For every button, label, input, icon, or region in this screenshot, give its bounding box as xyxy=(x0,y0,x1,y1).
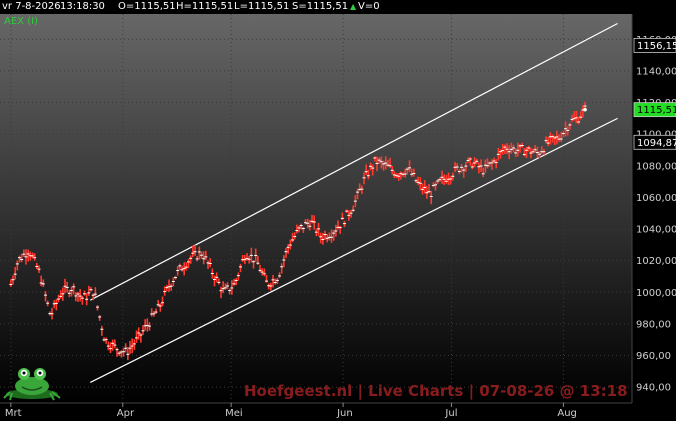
x-tick-label: Jul xyxy=(444,408,457,419)
quote-header: vr 7-8-2026 13:18:30 O=1115,51 H=1115,51… xyxy=(0,0,676,14)
volume-up-icon: ▲ xyxy=(350,2,357,11)
quote-time: 13:18:30 xyxy=(60,1,105,12)
y-tick-label: 1020,00 xyxy=(636,256,676,267)
quote-open: O=1115,51 xyxy=(118,1,176,12)
y-tick-label: 960,00 xyxy=(636,351,671,362)
y-tick-label: 1080,00 xyxy=(636,161,676,172)
plot-background xyxy=(0,14,632,403)
x-tick-label: Mei xyxy=(225,408,243,419)
watermark-text: Hoefgeest.nl | Live Charts | 07-08-26 @ … xyxy=(244,382,628,400)
x-tick-label: Jun xyxy=(336,408,353,419)
current-price-label: 1115,51 xyxy=(637,105,676,116)
quote-settle: S=1115,51 xyxy=(292,1,349,12)
price-chart[interactable]: 940,00 960,00 980,00 1000,00 1020,00 1040,00 1… xyxy=(0,0,676,421)
x-tick-label: Apr xyxy=(117,408,135,419)
upper-channel-price-label: 1156,15 xyxy=(637,41,676,52)
y-tick-label: 1140,00 xyxy=(636,66,676,77)
lower-channel-price-label: 1094,87 xyxy=(637,138,676,149)
price-last-point xyxy=(583,107,587,112)
y-tick-label: 1040,00 xyxy=(636,225,676,236)
quote-date: vr 7-8-2026 xyxy=(2,1,61,12)
series-name-label: AEX (I) xyxy=(4,16,38,27)
frog-logo-icon xyxy=(3,368,61,401)
y-tick-label: 980,00 xyxy=(636,319,671,330)
x-tick-label: Mrt xyxy=(5,408,22,419)
y-tick-label: 940,00 xyxy=(636,383,671,394)
chart-window: 940,00 960,00 980,00 1000,00 1020,00 1040,00 1… xyxy=(0,0,676,421)
x-tick-label: Aug xyxy=(557,408,577,419)
y-tick-label: 1060,00 xyxy=(636,193,676,204)
quote-low: L=1115,51 xyxy=(234,1,290,12)
quote-volume: V=0 xyxy=(358,1,380,12)
quote-high: H=1115,51 xyxy=(176,1,234,12)
y-tick-label: 1000,00 xyxy=(636,288,676,299)
